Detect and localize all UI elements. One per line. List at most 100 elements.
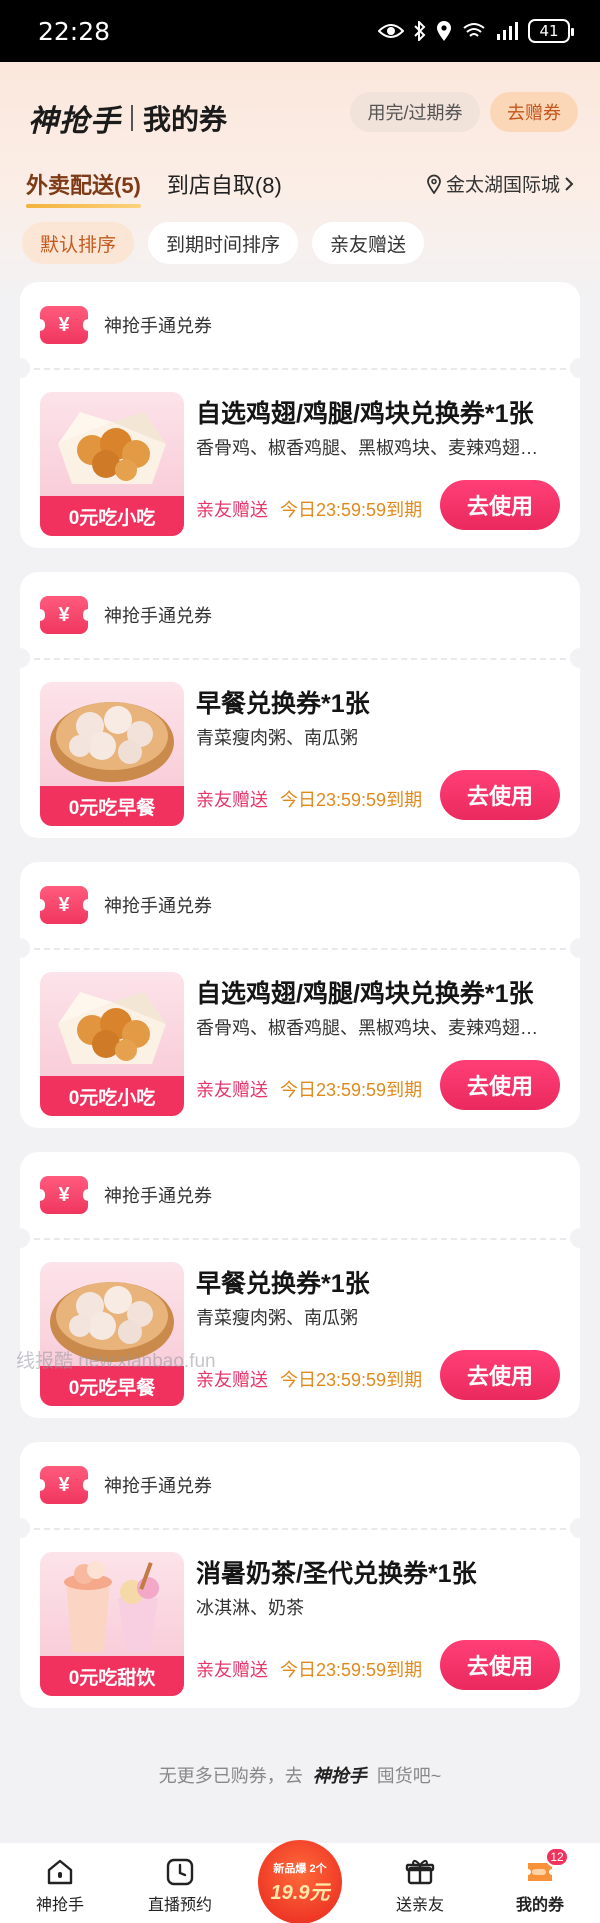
expired-coupons-button[interactable]: 用完/过期券: [350, 92, 480, 132]
coupon-header: ¥ 神抢手通兑券: [20, 572, 580, 658]
coupon-thumbnail: 0元吃小吃: [40, 972, 184, 1116]
coupon-type: 神抢手通兑券: [104, 1476, 212, 1496]
sort-friend-gift[interactable]: 亲友赠送: [312, 222, 425, 264]
gift-icon: [405, 1859, 435, 1885]
signal-icon: [497, 22, 518, 40]
location-pin-icon: [427, 174, 441, 194]
use-coupon-button[interactable]: 去使用: [440, 770, 560, 820]
coupon-count-badge: 12: [545, 1847, 569, 1867]
yen-coupon-icon: ¥: [35, 1466, 93, 1504]
coupon-card: ¥ 神抢手通兑券 0元吃小吃 自选鸡翅/鸡腿/鸡块兑换券*1张 香骨鸡、椒香鸡腿…: [20, 282, 580, 548]
tabbar-label: 送亲友: [395, 1897, 444, 1914]
tabbar-item-live[interactable]: 直播预约: [125, 1857, 235, 1915]
promo-line1-text: 新品爆: [273, 1862, 307, 1875]
use-coupon-button[interactable]: 去使用: [440, 1640, 560, 1690]
coupon-title: 自选鸡翅/鸡腿/鸡块兑换券*1张: [196, 980, 534, 1008]
delivery-tabs: 外卖配送(5) 到店自取(8): [26, 168, 282, 208]
coupon-title: 自选鸡翅/鸡腿/鸡块兑换券*1张: [196, 400, 534, 428]
coupon-card: ¥ 神抢手通兑券 0元吃甜饮 消暑奶茶/圣代兑换券*1张 冰淇淋、奶茶 亲友赠送…: [20, 1442, 580, 1708]
coupon-expiry: 今日23:59:59到期: [280, 790, 423, 810]
eye-icon: [378, 24, 404, 38]
yen-coupon-icon: ¥: [35, 596, 93, 634]
watermark: 线报酷 new.xianbao.fun: [16, 1351, 216, 1372]
location-selector[interactable]: 金太湖国际城: [426, 170, 574, 197]
coupon-description: 青菜瘦肉粥、南瓜粥: [196, 1308, 358, 1328]
new-product-promo-button[interactable]: 新品爆 2个 19.9元: [258, 1840, 342, 1923]
coupon-expiry: 今日23:59:59到期: [280, 1370, 423, 1390]
coupon-card: ¥ 神抢手通兑券 0元吃早餐 早餐兑换券*1张 青菜瘦肉粥、南瓜粥 亲友赠送 今…: [20, 572, 580, 838]
tab-delivery[interactable]: 外卖配送(5): [26, 168, 141, 208]
coupon-header: ¥ 神抢手通兑券: [20, 1152, 580, 1238]
tabbar-item-my-coupons[interactable]: 我的券 12: [485, 1847, 595, 1915]
footer-suffix: 囤货吧~: [376, 1766, 442, 1786]
page-header: 神抢手 我的券: [28, 96, 227, 140]
coupon-card: ¥ 神抢手通兑券 0元吃小吃 自选鸡翅/鸡腿/鸡块兑换券*1张 香骨鸡、椒香鸡腿…: [20, 862, 580, 1128]
coupon-type: 神抢手通兑券: [104, 316, 212, 336]
use-coupon-button[interactable]: 去使用: [440, 1350, 560, 1400]
yen-coupon-icon: ¥: [35, 1176, 93, 1214]
clock-icon: [166, 1858, 194, 1886]
coupon-type: 神抢手通兑券: [104, 606, 212, 626]
sort-default[interactable]: 默认排序: [22, 222, 135, 264]
coupon-divider: [34, 658, 566, 660]
location-pin-icon: [437, 21, 451, 41]
home-icon: [47, 1859, 73, 1885]
tabbar-label: 神抢手: [35, 1897, 84, 1914]
footer-prefix: 无更多已购券，去: [158, 1766, 303, 1786]
coupon-thumb-label: 0元吃早餐: [40, 786, 184, 826]
status-time: 22:28: [38, 16, 111, 46]
sort-options: 默认排序 到期时间排序 亲友赠送: [22, 222, 425, 264]
fried-chicken-icon: [58, 992, 166, 1064]
battery-level: 41: [539, 22, 559, 40]
promo-line1: 新品爆 2个: [273, 1860, 326, 1876]
milk-tea-icon: [64, 1561, 159, 1652]
coupon-thumbnail: 0元吃早餐: [40, 1262, 184, 1406]
coupon-divider: [34, 948, 566, 950]
coupon-expiry: 今日23:59:59到期: [280, 500, 423, 520]
bluetooth-icon: [414, 21, 426, 41]
coupon-divider: [34, 1528, 566, 1530]
coupon-notch-right: [570, 938, 580, 958]
coupon-notch-right: [570, 1518, 580, 1538]
promo-price: 19.9元: [270, 1881, 330, 1904]
battery-icon: 41: [528, 19, 574, 43]
coupon-notch-right: [570, 648, 580, 668]
brand-separator: [131, 105, 133, 131]
steamed-buns-icon: [50, 702, 174, 782]
coupon-title: 早餐兑换券*1张: [196, 1270, 370, 1298]
coupon-card: ¥ 神抢手通兑券 0元吃早餐 早餐兑换券*1张 青菜瘦肉粥、南瓜粥 亲友赠送 今…: [20, 1152, 580, 1418]
coupon-description: 香骨鸡、椒香鸡腿、黑椒鸡块、麦辣鸡翅…: [196, 1018, 538, 1038]
use-coupon-button[interactable]: 去使用: [440, 1060, 560, 1110]
coupon-thumb-label: 0元吃小吃: [40, 496, 184, 536]
page-title: 我的券: [143, 104, 228, 135]
wifi-icon: [463, 23, 485, 37]
coupon-divider: [34, 368, 566, 370]
use-coupon-button[interactable]: 去使用: [440, 480, 560, 530]
coupon-gift-tag: 亲友赠送: [196, 1660, 268, 1680]
coupon-title: 消暑奶茶/圣代兑换券*1张: [196, 1560, 477, 1588]
tabbar-item-home[interactable]: 神抢手: [5, 1857, 115, 1915]
coupon-description: 青菜瘦肉粥、南瓜粥: [196, 728, 358, 748]
coupon-type: 神抢手通兑券: [104, 1186, 212, 1206]
tab-pickup[interactable]: 到店自取(8): [167, 168, 282, 208]
sort-by-expiry[interactable]: 到期时间排序: [148, 222, 299, 264]
yen-coupon-icon: ¥: [35, 306, 93, 344]
coupon-notch-right: [570, 358, 580, 378]
coupon-description: 冰淇淋、奶茶: [196, 1598, 304, 1618]
coupon-thumb-label: 0元吃小吃: [40, 1076, 184, 1116]
coupon-type: 神抢手通兑券: [104, 896, 212, 916]
location-label: 金太湖国际城: [445, 175, 560, 196]
footer-brand-link[interactable]: 神抢手: [313, 1762, 367, 1788]
fried-chicken-icon: [58, 412, 166, 484]
coupon-thumb-label: 0元吃甜饮: [40, 1656, 184, 1696]
coupon-description: 香骨鸡、椒香鸡腿、黑椒鸡块、麦辣鸡翅…: [196, 438, 538, 458]
gift-coupons-button[interactable]: 去赠券: [490, 92, 578, 132]
coupon-expiry: 今日23:59:59到期: [280, 1080, 423, 1100]
coupon-expiry: 今日23:59:59到期: [280, 1660, 423, 1680]
coupon-header: ¥ 神抢手通兑券: [20, 862, 580, 948]
coupon-gift-tag: 亲友赠送: [196, 1080, 268, 1100]
chevron-right-icon: [565, 176, 574, 191]
coupon-gift-tag: 亲友赠送: [196, 790, 268, 810]
tabbar-item-send-friends[interactable]: 送亲友: [365, 1857, 475, 1915]
coupon-divider: [34, 1238, 566, 1240]
